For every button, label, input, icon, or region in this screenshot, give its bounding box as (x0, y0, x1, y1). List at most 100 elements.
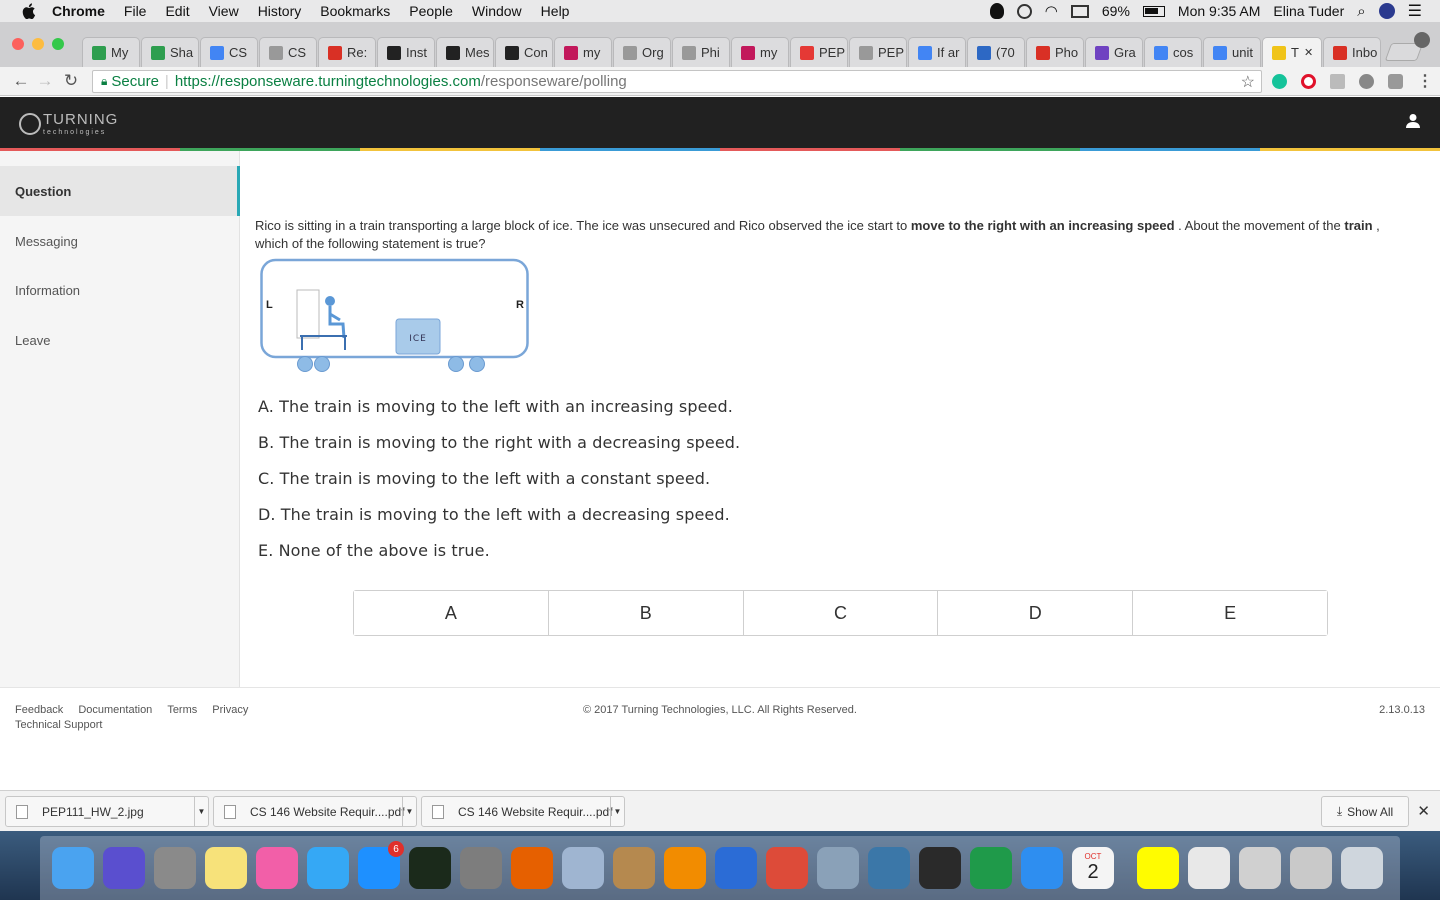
extension-icon[interactable] (1330, 73, 1345, 89)
chrome-icon[interactable] (766, 847, 808, 889)
battery-percent[interactable]: 69% (1102, 3, 1130, 19)
browser-tab[interactable]: Mes (436, 37, 494, 67)
browser-tab[interactable]: My (82, 37, 140, 67)
battery-icon[interactable] (1142, 5, 1165, 17)
contacts-icon[interactable] (613, 847, 655, 889)
privacy-link[interactable]: Privacy (212, 704, 248, 716)
reload-icon[interactable]: ↻ (60, 71, 82, 91)
browser-tab[interactable]: cos (1144, 37, 1202, 67)
downloads-stack-icon[interactable] (1290, 847, 1332, 889)
itunes-icon[interactable] (256, 847, 298, 889)
preview-icon[interactable] (562, 847, 604, 889)
feedback-link[interactable]: Feedback (15, 704, 63, 716)
profile-icon[interactable] (1414, 32, 1430, 48)
vlc-icon[interactable] (664, 847, 706, 889)
user-account-icon[interactable] (1406, 113, 1420, 129)
menu-people[interactable]: People (409, 3, 453, 19)
time-machine-icon[interactable] (1016, 3, 1032, 19)
forward-icon[interactable]: → (34, 71, 56, 91)
firefox-icon[interactable] (511, 847, 553, 889)
browser-tab[interactable]: PEP (790, 37, 848, 67)
browser-tab[interactable]: unit (1203, 37, 1261, 67)
browser-tab[interactable]: CS (259, 37, 317, 67)
browser-tab[interactable]: T ✕ (1262, 37, 1322, 67)
bookmark-star-icon[interactable]: ☆ (1241, 72, 1255, 92)
close-window-button[interactable] (12, 37, 24, 50)
download-item[interactable]: CS 146 Website Requir....pdf ▼ (421, 796, 625, 827)
zoom-window-button[interactable] (52, 37, 64, 50)
answer-b-button[interactable]: B (548, 591, 744, 635)
browser-tab[interactable]: Phi (672, 37, 730, 67)
browser-tab[interactable]: Sha (141, 37, 199, 67)
apple-icon[interactable] (22, 3, 38, 19)
word-icon[interactable] (715, 847, 757, 889)
turning-logo[interactable]: TURNING technologies (19, 111, 118, 136)
sidebar-item-messaging[interactable]: Messaging (0, 216, 240, 266)
sidebar-item-question[interactable]: Question (0, 166, 240, 216)
technical-support-link[interactable]: Technical Support (15, 719, 102, 731)
notification-center-icon[interactable]: ☰ (1408, 1, 1422, 21)
image-capture-icon[interactable] (817, 847, 859, 889)
download-item[interactable]: PEP111_HW_2.jpg ▼ (5, 796, 209, 827)
answer-d-button[interactable]: D (938, 591, 1134, 635)
menu-window[interactable]: Window (472, 3, 522, 19)
download-menu-caret[interactable]: ▼ (194, 797, 208, 826)
snapchat-icon[interactable] (1137, 847, 1179, 889)
evernote-menu-icon[interactable] (989, 3, 1004, 19)
menu-edit[interactable]: Edit (165, 3, 189, 19)
browser-tab[interactable]: (70 (967, 37, 1025, 67)
notes-icon[interactable] (205, 847, 247, 889)
browser-tab[interactable]: Inbo (1323, 37, 1381, 67)
chrome-apps-icon[interactable] (1239, 847, 1281, 889)
sidebar-item-information[interactable]: Information (0, 265, 240, 315)
chrome-menu-icon[interactable]: ⋮ (1417, 71, 1433, 91)
answer-e-button[interactable]: E (1133, 591, 1327, 635)
grammarly-extension-icon[interactable] (1272, 73, 1287, 89)
user-name[interactable]: Elina Tuder (1273, 3, 1344, 19)
browser-tab[interactable]: Inst (377, 37, 435, 67)
siri-icon[interactable] (103, 847, 145, 889)
menu-help[interactable]: Help (541, 3, 570, 19)
pocket-extension-icon[interactable] (1388, 73, 1403, 89)
activity-monitor-icon[interactable] (409, 847, 451, 889)
airplay-icon[interactable] (1070, 4, 1089, 18)
wifi-icon[interactable]: ◠ (1045, 2, 1058, 20)
menu-file[interactable]: File (124, 3, 147, 19)
sidebar-item-leave[interactable]: Leave (0, 315, 240, 365)
close-downloads-icon[interactable]: ✕ (1417, 802, 1430, 820)
messages-icon[interactable] (307, 847, 349, 889)
calendar-icon[interactable]: OCT 2 (1072, 847, 1114, 889)
finder-icon[interactable] (52, 847, 94, 889)
browser-tab[interactable]: Org (613, 37, 671, 67)
browser-tab[interactable]: If ar (908, 37, 966, 67)
system-preferences-icon[interactable] (460, 847, 502, 889)
address-bar[interactable]: 🔒︎ Secure | https://responseware.turning… (92, 70, 1262, 93)
documents-icon[interactable] (1188, 847, 1230, 889)
show-all-downloads-button[interactable]: ⤓ Show All (1321, 796, 1409, 827)
pinterest-extension-icon[interactable] (1359, 73, 1374, 89)
download-menu-caret[interactable]: ▼ (402, 797, 416, 826)
clock[interactable]: Mon 9:35 AM (1178, 3, 1261, 19)
answer-a-button[interactable]: A (354, 591, 549, 635)
menu-chrome[interactable]: Chrome (52, 3, 105, 19)
trash-icon[interactable] (1341, 847, 1383, 889)
siri-menu-icon[interactable] (1378, 3, 1395, 19)
browser-tab[interactable]: my (554, 37, 612, 67)
browser-tab[interactable]: Re: (318, 37, 376, 67)
download-menu-caret[interactable]: ▼ (610, 797, 624, 826)
terms-link[interactable]: Terms (167, 704, 197, 716)
browser-tab[interactable]: PEP (849, 37, 907, 67)
close-tab-icon[interactable]: ✕ (1304, 46, 1313, 59)
terminal-icon[interactable] (919, 847, 961, 889)
menu-bookmarks[interactable]: Bookmarks (320, 3, 390, 19)
app-store-icon[interactable]: 6 (358, 841, 404, 889)
minimize-window-button[interactable] (32, 37, 44, 50)
answer-c-button[interactable]: C (743, 591, 939, 635)
download-item[interactable]: CS 146 Website Requir....pdf ▼ (213, 796, 417, 827)
safari-icon[interactable] (1021, 847, 1063, 889)
opera-extension-icon[interactable] (1301, 73, 1316, 89)
documentation-link[interactable]: Documentation (78, 704, 152, 716)
menu-history[interactable]: History (258, 3, 302, 19)
browser-tab[interactable]: my (731, 37, 789, 67)
excel-icon[interactable] (970, 847, 1012, 889)
